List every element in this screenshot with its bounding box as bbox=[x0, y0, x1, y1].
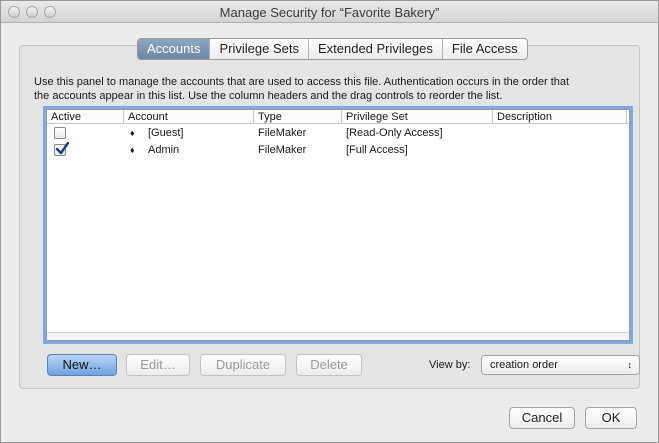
column-header-active[interactable]: Active bbox=[47, 110, 124, 124]
active-checkbox[interactable] bbox=[54, 127, 66, 139]
edit-account-button[interactable]: Edit… bbox=[126, 354, 190, 376]
accounts-table[interactable]: Active Account Type Privilege Set Descri… bbox=[46, 109, 630, 341]
drag-handle-icon[interactable]: ♦ bbox=[130, 142, 135, 158]
drag-handle-icon[interactable]: ♦ bbox=[130, 125, 135, 141]
up-down-arrows-icon: ↕ bbox=[627, 360, 633, 370]
tab-accounts[interactable]: Accounts bbox=[138, 39, 210, 59]
description-line-1: Use this panel to manage the accounts th… bbox=[34, 76, 570, 88]
tab-extended-privileges[interactable]: Extended Privileges bbox=[307, 39, 442, 59]
panel-description: Use this panel to manage the accounts th… bbox=[34, 75, 634, 103]
new-account-button[interactable]: New… bbox=[47, 354, 117, 376]
window-title: Manage Security for “Favorite Bakery” bbox=[219, 5, 440, 20]
checkmark-icon bbox=[55, 141, 70, 155]
table-header: Active Account Type Privilege Set Descri… bbox=[47, 110, 629, 124]
view-by-label: View by: bbox=[429, 359, 471, 371]
account-name: [Guest] bbox=[148, 127, 184, 139]
column-header-description[interactable]: Description bbox=[493, 110, 627, 124]
account-name: Admin bbox=[148, 144, 180, 156]
account-privilege-set: [Read-Only Access] bbox=[346, 127, 443, 139]
delete-account-button[interactable]: Delete bbox=[296, 354, 362, 376]
column-header-type[interactable]: Type bbox=[254, 110, 342, 124]
tab-bar: Accounts Privilege Sets Extended Privile… bbox=[137, 38, 528, 60]
table-row[interactable]: ♦ Admin FileMaker [Full Access] bbox=[47, 141, 629, 158]
tab-privilege-sets[interactable]: Privilege Sets bbox=[209, 39, 307, 59]
view-by-select[interactable]: creation order ↕ bbox=[481, 355, 640, 375]
cancel-button[interactable]: Cancel bbox=[509, 407, 575, 429]
column-header-account[interactable]: Account bbox=[124, 110, 254, 124]
account-type: FileMaker bbox=[258, 144, 307, 156]
account-privilege-set: [Full Access] bbox=[346, 144, 408, 156]
column-header-privilege-set[interactable]: Privilege Set bbox=[342, 110, 493, 124]
titlebar: Manage Security for “Favorite Bakery” bbox=[1, 1, 658, 23]
ok-button[interactable]: OK bbox=[585, 407, 637, 429]
table-row[interactable]: ♦ [Guest] FileMaker [Read-Only Access] bbox=[47, 125, 629, 141]
duplicate-account-button[interactable]: Duplicate bbox=[200, 354, 286, 376]
tab-file-access[interactable]: File Access bbox=[441, 39, 527, 59]
active-checkbox[interactable] bbox=[54, 141, 70, 156]
description-line-2: the accounts appear in this list. Use th… bbox=[34, 90, 503, 102]
view-by-value: creation order bbox=[490, 359, 558, 371]
account-type: FileMaker bbox=[258, 127, 307, 139]
manage-security-dialog: Manage Security for “Favorite Bakery” Ac… bbox=[0, 0, 659, 443]
horizontal-scrollbar[interactable] bbox=[47, 332, 629, 340]
